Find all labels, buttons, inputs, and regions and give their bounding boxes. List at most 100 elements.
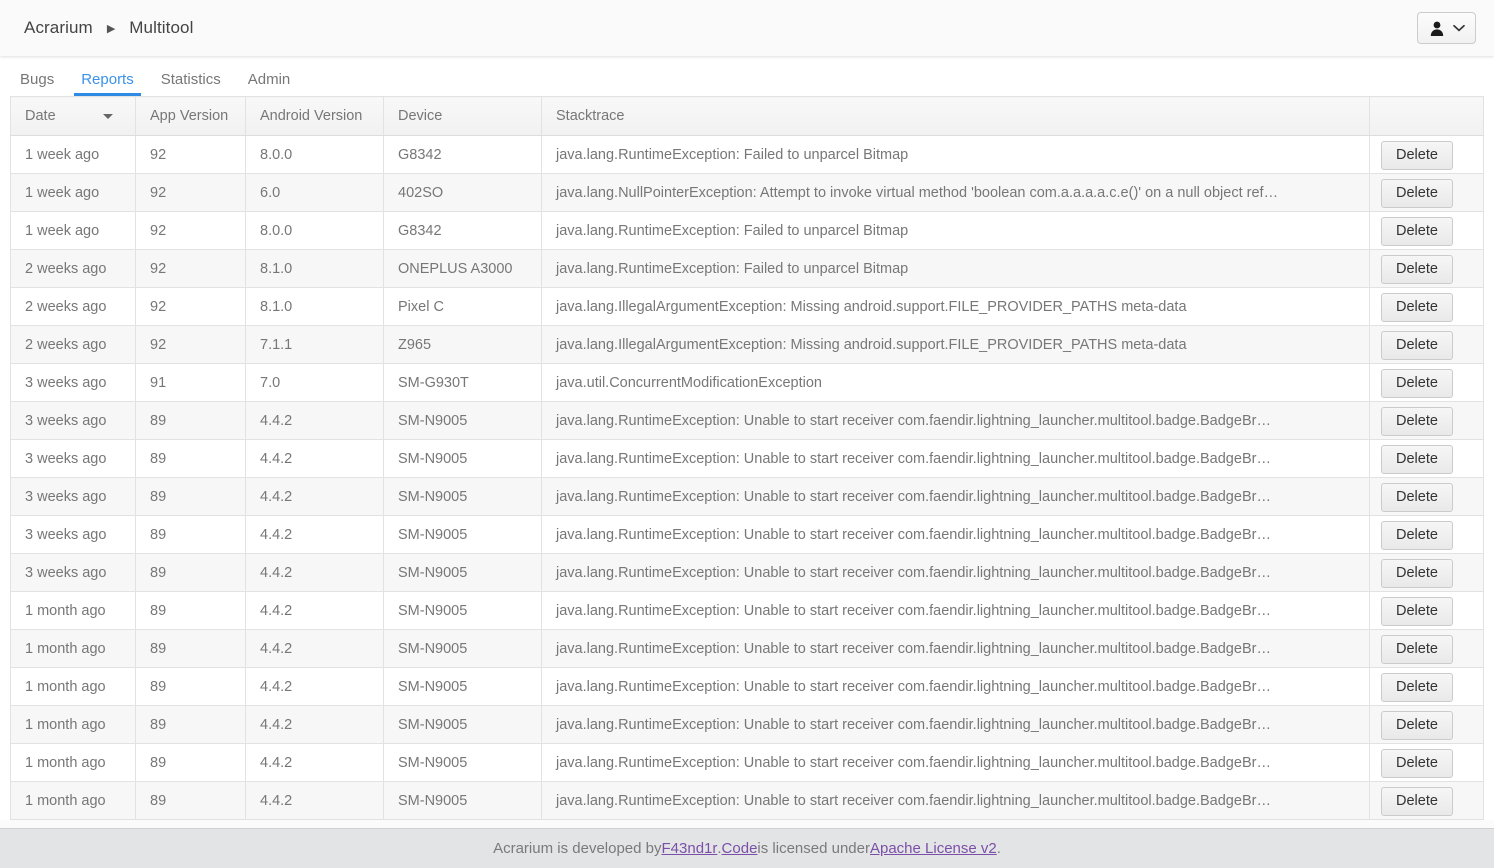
cell-android-version: 4.4.2 — [245, 629, 384, 668]
top-bar-right — [1417, 12, 1476, 44]
table-row[interactable]: 1 month ago 89 4.4.2 SM-N9005 java.lang.Runt… — [10, 629, 1484, 668]
delete-button[interactable]: Delete — [1381, 369, 1453, 398]
cell-actions: Delete — [1369, 325, 1484, 364]
delete-button[interactable]: Delete — [1381, 331, 1453, 360]
table-header: Date App Version Android Version Device … — [10, 96, 1484, 136]
cell-stacktrace: java.lang.RuntimeException: Unable to st… — [541, 667, 1370, 706]
column-header-android-version[interactable]: Android Version — [245, 96, 384, 136]
cell-app-version: 89 — [135, 515, 246, 554]
cell-android-version: 4.4.2 — [245, 515, 384, 554]
footer-link-license[interactable]: Apache License v2 — [870, 840, 997, 857]
cell-device: Z965 — [383, 325, 542, 364]
cell-actions: Delete — [1369, 363, 1484, 402]
table-row[interactable]: 1 month ago 89 4.4.2 SM-N9005 java.lang.Runt… — [10, 781, 1484, 820]
delete-button[interactable]: Delete — [1381, 407, 1453, 436]
footer-link-code[interactable]: Code — [722, 840, 758, 857]
delete-button[interactable]: Delete — [1381, 293, 1453, 322]
cell-device: SM-N9005 — [383, 401, 542, 440]
cell-stacktrace: java.util.ConcurrentModificationExceptio… — [541, 363, 1370, 402]
cell-date: 1 month ago — [10, 629, 136, 668]
delete-button[interactable]: Delete — [1381, 521, 1453, 550]
cell-android-version: 6.0 — [245, 173, 384, 212]
delete-button[interactable]: Delete — [1381, 483, 1453, 512]
cell-stacktrace: java.lang.RuntimeException: Failed to un… — [541, 211, 1370, 250]
cell-device: SM-N9005 — [383, 477, 542, 516]
cell-actions: Delete — [1369, 211, 1484, 250]
column-header-stacktrace[interactable]: Stacktrace — [541, 96, 1370, 136]
cell-date: 3 weeks ago — [10, 439, 136, 478]
cell-device: SM-N9005 — [383, 781, 542, 820]
delete-button[interactable]: Delete — [1381, 559, 1453, 588]
cell-date: 1 month ago — [10, 781, 136, 820]
tab-bugs[interactable]: Bugs — [10, 72, 64, 96]
cell-device: SM-N9005 — [383, 439, 542, 478]
cell-actions: Delete — [1369, 401, 1484, 440]
table-row[interactable]: 3 weeks ago 89 4.4.2 SM-N9005 java.lang.Runt… — [10, 401, 1484, 440]
table-row[interactable]: 3 weeks ago 89 4.4.2 SM-N9005 java.lang.Runt… — [10, 439, 1484, 478]
column-header-device[interactable]: Device — [383, 96, 542, 136]
delete-button[interactable]: Delete — [1381, 179, 1453, 208]
top-bar: Acrarium ▶ Multitool — [0, 0, 1494, 56]
cell-device: SM-N9005 — [383, 743, 542, 782]
cell-date: 2 weeks ago — [10, 249, 136, 288]
table-body: 1 week ago 92 8.0.0 G8342 java.lang.RuntimeE… — [10, 135, 1484, 820]
cell-device: SM-G930T — [383, 363, 542, 402]
delete-button[interactable]: Delete — [1381, 711, 1453, 740]
delete-button[interactable]: Delete — [1381, 787, 1453, 816]
cell-app-version: 89 — [135, 553, 246, 592]
delete-button[interactable]: Delete — [1381, 217, 1453, 246]
delete-button[interactable]: Delete — [1381, 673, 1453, 702]
delete-button[interactable]: Delete — [1381, 749, 1453, 778]
table-row[interactable]: 1 week ago 92 6.0 402SO java.lang.NullPointe… — [10, 173, 1484, 212]
cell-android-version: 4.4.2 — [245, 743, 384, 782]
table-row[interactable]: 1 week ago 92 8.0.0 G8342 java.lang.RuntimeE… — [10, 135, 1484, 174]
cell-app-version: 92 — [135, 211, 246, 250]
cell-android-version: 7.0 — [245, 363, 384, 402]
table-row[interactable]: 3 weeks ago 91 7.0 SM-G930T java.util.Concur… — [10, 363, 1484, 402]
footer-spacer — [0, 820, 1494, 828]
column-header-app-version[interactable]: App Version — [135, 96, 246, 136]
cell-stacktrace: java.lang.RuntimeException: Unable to st… — [541, 629, 1370, 668]
breadcrumb-item-multitool[interactable]: Multitool — [129, 18, 193, 38]
table-row[interactable]: 3 weeks ago 89 4.4.2 SM-N9005 java.lang.Runt… — [10, 515, 1484, 554]
table-row[interactable]: 2 weeks ago 92 8.1.0 Pixel Cjava.lang.Illeg… — [10, 287, 1484, 326]
cell-android-version: 4.4.2 — [245, 553, 384, 592]
cell-device: SM-N9005 — [383, 515, 542, 554]
cell-app-version: 89 — [135, 667, 246, 706]
table-row[interactable]: 1 month ago 89 4.4.2 SM-N9005 java.lang.Runt… — [10, 743, 1484, 782]
cell-app-version: 92 — [135, 325, 246, 364]
cell-app-version: 92 — [135, 287, 246, 326]
reports-table-container[interactable]: Date App Version Android Version Device … — [10, 96, 1484, 820]
cell-app-version: 92 — [135, 135, 246, 174]
delete-button[interactable]: Delete — [1381, 141, 1453, 170]
footer-link-author[interactable]: F43nd1r — [662, 840, 718, 857]
table-row[interactable]: 1 month ago 89 4.4.2 SM-N9005 java.lang.Runt… — [10, 705, 1484, 744]
footer-text-3: is licensed under — [757, 840, 870, 857]
breadcrumb-item-acrarium[interactable]: Acrarium — [24, 18, 93, 38]
table-row[interactable]: 3 weeks ago 89 4.4.2 SM-N9005 java.lang.Runt… — [10, 553, 1484, 592]
delete-button[interactable]: Delete — [1381, 445, 1453, 474]
table-row[interactable]: 3 weeks ago 89 4.4.2 SM-N9005 java.lang.Runt… — [10, 477, 1484, 516]
table-row[interactable]: 2 weeks ago 92 8.1.0 ONEPLUS A3000 java.lang… — [10, 249, 1484, 288]
table-row[interactable]: 1 week ago 92 8.0.0 G8342 java.lang.RuntimeE… — [10, 211, 1484, 250]
delete-button[interactable]: Delete — [1381, 635, 1453, 664]
cell-app-version: 89 — [135, 439, 246, 478]
tab-admin[interactable]: Admin — [238, 72, 301, 96]
cell-stacktrace: java.lang.NullPointerException: Attempt … — [541, 173, 1370, 212]
delete-button[interactable]: Delete — [1381, 597, 1453, 626]
cell-stacktrace: java.lang.RuntimeException: Failed to un… — [541, 249, 1370, 288]
user-menu-button[interactable] — [1417, 12, 1476, 44]
delete-button[interactable]: Delete — [1381, 255, 1453, 284]
table-row[interactable]: 2 weeks ago 92 7.1.1 Z965 java.lang.IllegalA… — [10, 325, 1484, 364]
cell-app-version: 89 — [135, 591, 246, 630]
cell-app-version: 89 — [135, 781, 246, 820]
cell-stacktrace: java.lang.RuntimeException: Unable to st… — [541, 591, 1370, 630]
cell-stacktrace: java.lang.RuntimeException: Unable to st… — [541, 515, 1370, 554]
table-row[interactable]: 1 month ago 89 4.4.2 SM-N9005 java.lang.Runt… — [10, 667, 1484, 706]
tab-reports[interactable]: Reports — [71, 72, 144, 96]
table-row[interactable]: 1 month ago 89 4.4.2 SM-N9005 java.lang.Runt… — [10, 591, 1484, 630]
tab-statistics[interactable]: Statistics — [151, 72, 231, 96]
user-icon — [1430, 21, 1444, 36]
column-header-date[interactable]: Date — [10, 96, 136, 136]
cell-actions: Delete — [1369, 781, 1484, 820]
